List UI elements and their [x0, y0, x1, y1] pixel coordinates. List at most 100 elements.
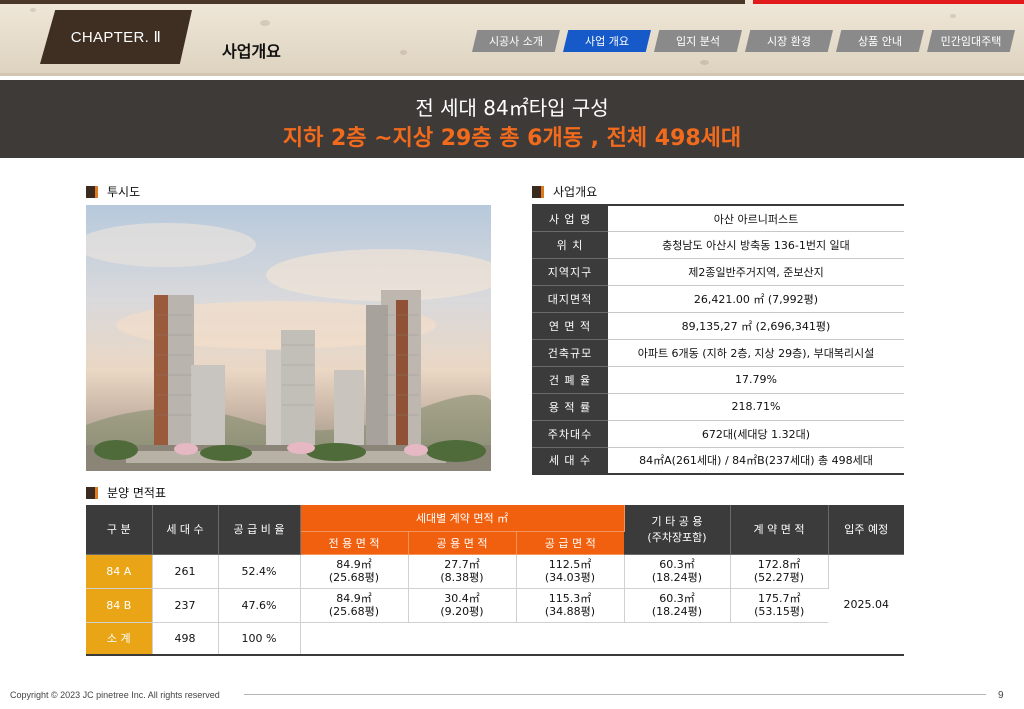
area-pyeong: (25.68평) — [328, 571, 380, 584]
header-divider — [0, 73, 1024, 76]
chapter-tab: CHAPTER. Ⅱ — [40, 10, 192, 64]
col-header-supply: 공 급 면 적 — [516, 531, 624, 555]
units-cell: 237 — [152, 588, 219, 623]
type-cell: 소 계 — [86, 622, 153, 656]
type-cell: 84 A — [86, 554, 153, 589]
row-label: 주차대수 — [532, 420, 608, 448]
area-pyeong: (8.38평) — [440, 571, 484, 584]
section-bullet-icon — [86, 185, 98, 198]
row-value: 84㎡A(261세대) / 84㎡B(237세대) 총 498세대 — [608, 447, 904, 475]
row-value: 17.79% — [608, 366, 904, 394]
col-header-contract: 계 약 면 적 — [730, 505, 829, 555]
row-label: 연 면 적 — [532, 312, 608, 340]
chapter-label: CHAPTER. Ⅱ — [70, 29, 162, 46]
row-label: 건 폐 율 — [532, 366, 608, 394]
area-pyeong: (9.20평) — [440, 605, 484, 618]
section-bullet-icon — [86, 486, 98, 499]
row-label: 지역지구 — [532, 258, 608, 287]
table-row: 대지면적 26,421.00 ㎡ (7,992평) — [532, 285, 904, 314]
nav-tab-rental[interactable]: 민간임대주택 — [927, 30, 1015, 52]
area-sqm: 60.3㎡ — [659, 558, 695, 571]
col-header-other-common: 기 타 공 용 (주차장포함) — [624, 505, 731, 555]
area-sqm: 115.3㎡ — [548, 592, 592, 605]
nav-tab-contractor[interactable]: 시공사 소개 — [472, 30, 560, 52]
table-header-row: 구 분 세 대 수 공 급 비 율 세대별 계약 면적 ㎡ 기 타 공 용 (주… — [86, 505, 904, 555]
top-nav: 시공사 소개 사업 개요 입지 분석 시장 환경 상품 안내 민간임대주택 — [472, 30, 1015, 52]
area-sqm: 84.9㎡ — [336, 592, 372, 605]
paper-speck — [700, 60, 709, 65]
col-header-type: 구 분 — [86, 505, 153, 555]
table-row: 사 업 명 아산 아르니퍼스트 — [532, 204, 904, 233]
sales-area-table: 구 분 세 대 수 공 급 비 율 세대별 계약 면적 ㎡ 기 타 공 용 (주… — [86, 505, 904, 656]
row-label: 사 업 명 — [532, 204, 608, 233]
row-value: 아산 아르니퍼스트 — [608, 204, 904, 233]
col-header-other-common-line2: (주차장포함) — [647, 531, 707, 545]
nav-tab-market[interactable]: 시장 환경 — [745, 30, 833, 52]
area-pyeong: (34.88평) — [544, 605, 596, 618]
row-value: 아파트 6개동 (지하 2층, 지상 29층), 부대복리시설 — [608, 339, 904, 367]
area-pyeong: (52.27평) — [753, 571, 805, 584]
render-section-title: 투시도 — [86, 183, 140, 200]
exclusive-cell: 84.9㎡ (25.68평) — [300, 588, 409, 623]
area-sqm: 84.9㎡ — [336, 558, 372, 571]
area-sqm: 60.3㎡ — [659, 592, 695, 605]
paper-speck — [30, 8, 36, 12]
area-pyeong: (53.15평) — [754, 605, 805, 618]
table-row: 지역지구 제2종일반주거지역, 준보산지 — [532, 258, 904, 287]
col-header-common: 공 용 면 적 — [408, 531, 517, 555]
banner-headline: 전 세대 84㎡타입 구성 — [415, 96, 609, 120]
copyright-text: Copyright © 2023 JC pinetree Inc. All ri… — [10, 690, 220, 700]
row-value: 제2종일반주거지역, 준보산지 — [608, 258, 904, 287]
row-label: 용 적 률 — [532, 393, 608, 421]
area-pyeong: (18.24평) — [651, 571, 703, 584]
row-label: 건축규모 — [532, 339, 608, 367]
col-header-other-common-line1: 기 타 공 용 — [651, 515, 703, 529]
row-value: 충청남도 아산시 방축동 136-1번지 일대 — [608, 231, 904, 260]
header-bar: CHAPTER. Ⅱ 사업개요 시공사 소개 사업 개요 입지 분석 시장 환경… — [0, 0, 1024, 76]
common-cell: 27.7㎡ (8.38평) — [408, 554, 517, 589]
contract-cell: 172.8㎡ (52.27평) — [730, 554, 829, 589]
common-cell: 30.4㎡ (9.20평) — [408, 588, 517, 623]
nav-tab-location[interactable]: 입지 분석 — [654, 30, 742, 52]
page-title: 사업개요 — [222, 42, 281, 61]
row-label: 위 치 — [532, 231, 608, 260]
area-sqm: 27.7㎡ — [444, 558, 480, 571]
units-cell: 261 — [152, 554, 219, 589]
col-header-contract-group: 세대별 계약 면적 ㎡ — [300, 505, 625, 532]
other-common-cell: 60.3㎡ (18.24평) — [624, 588, 731, 623]
area-sqm: 112.5㎡ — [548, 558, 592, 571]
table-row: 건 폐 율 17.79% — [532, 366, 904, 394]
header-topline-accent — [753, 0, 1024, 4]
apartment-rendering-graphic — [86, 223, 491, 471]
type-cell: 84 B — [86, 588, 153, 623]
area-sqm: 172.8㎡ — [757, 558, 801, 571]
table-row: 위 치 충청남도 아산시 방축동 136-1번지 일대 — [532, 231, 904, 260]
nav-tab-overview[interactable]: 사업 개요 — [563, 30, 651, 52]
ratio-cell: 52.4% — [218, 554, 301, 589]
project-overview-table: 사 업 명 아산 아르니퍼스트 위 치 충청남도 아산시 방축동 136-1번지 일… — [532, 204, 904, 475]
col-header-ratio: 공 급 비 율 — [218, 505, 301, 555]
col-header-move-in: 입주 예정 — [828, 505, 904, 555]
banner-subheadline: 지하 2층 ~지상 29층 총 6개동 , 전체 498세대 — [282, 126, 742, 151]
header-topline — [0, 0, 745, 4]
area-sqm: 30.4㎡ — [444, 592, 480, 605]
area-pyeong: (25.68평) — [328, 605, 380, 618]
ratio-cell: 100 % — [218, 622, 301, 656]
headline-banner: 전 세대 84㎡타입 구성 지하 2층 ~지상 29층 총 6개동 , 전체 4… — [0, 80, 1024, 158]
subtotal-row: 소 계 498 100 % — [86, 622, 904, 656]
row-value: 218.71% — [608, 393, 904, 421]
move-in-cell: 2025.04 — [828, 554, 904, 656]
row-value: 672대(세대당 1.32대) — [608, 420, 904, 448]
area-pyeong: (34.03평) — [544, 571, 596, 584]
ratio-cell: 47.6% — [218, 588, 301, 623]
units-cell: 498 — [152, 622, 219, 656]
nav-tab-product[interactable]: 상품 안내 — [836, 30, 924, 52]
area-sqm: 175.7㎡ — [758, 592, 801, 605]
page-number: 9 — [998, 690, 1004, 701]
area-pyeong: (18.24평) — [651, 605, 703, 618]
row-value: 89,135,27 ㎡ (2,696,341평) — [608, 312, 904, 340]
table-row: 연 면 적 89,135,27 ㎡ (2,696,341평) — [532, 312, 904, 340]
area-section-label: 분양 면적표 — [107, 486, 167, 500]
area-section-title: 분양 면적표 — [86, 484, 166, 501]
table-row: 용 적 률 218.71% — [532, 393, 904, 421]
